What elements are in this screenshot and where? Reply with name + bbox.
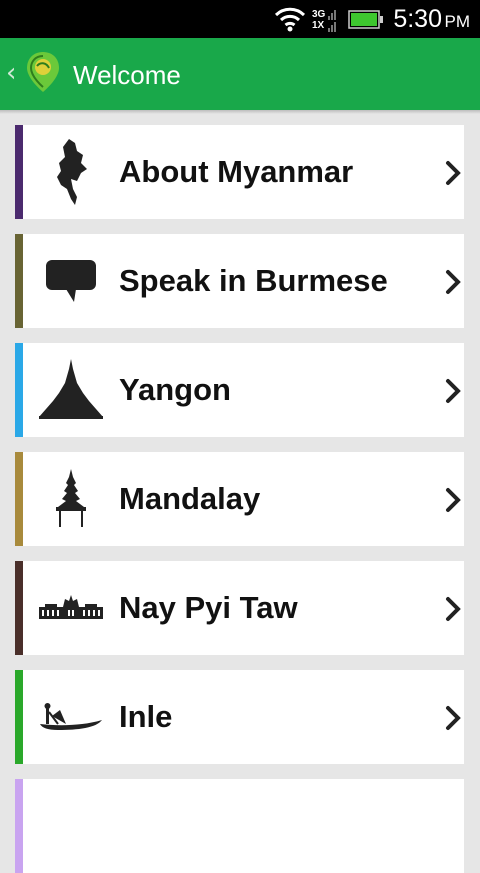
list-item-label: Mandalay bbox=[119, 481, 261, 516]
list-item-yangon[interactable]: Yangon bbox=[15, 343, 464, 437]
list-item-nay-pyi-taw[interactable]: Nay Pyi Taw bbox=[15, 561, 464, 655]
list-item-mandalay[interactable]: Mandalay bbox=[15, 452, 464, 546]
fisherman-boat-icon bbox=[37, 680, 105, 754]
accent-bar bbox=[15, 234, 23, 328]
palace-spire-icon bbox=[37, 462, 105, 536]
accent-bar bbox=[15, 779, 23, 873]
accent-bar bbox=[15, 670, 23, 764]
battery-icon bbox=[348, 10, 383, 29]
back-chevron-icon[interactable]: ‹ bbox=[6, 58, 16, 88]
clock-time: 5:30 bbox=[393, 5, 442, 33]
accent-bar bbox=[15, 452, 23, 546]
accent-bar bbox=[15, 561, 23, 655]
list-item-label: About Myanmar bbox=[119, 154, 354, 189]
chevron-right-icon bbox=[446, 379, 461, 403]
list-item-label: Yangon bbox=[119, 372, 231, 407]
network-indicator: 3G 1X bbox=[312, 9, 325, 31]
chevron-right-icon bbox=[446, 270, 461, 294]
list-item-partial[interactable] bbox=[15, 779, 464, 873]
parliament-building-icon bbox=[37, 571, 105, 645]
myanmar-map-icon bbox=[37, 135, 105, 209]
chevron-right-icon bbox=[446, 597, 461, 621]
list-item-label: Nay Pyi Taw bbox=[119, 590, 298, 625]
wifi-icon bbox=[274, 7, 306, 32]
chevron-right-icon bbox=[446, 161, 461, 185]
signal-icon bbox=[328, 10, 336, 32]
pagoda-icon bbox=[37, 353, 105, 427]
page-title: Welcome bbox=[73, 60, 181, 90]
status-bar: 3G 1X 5:30 PM bbox=[0, 0, 480, 38]
network-bottom-label: 1X bbox=[312, 20, 325, 31]
list-item-label: Inle bbox=[119, 699, 173, 734]
chevron-right-icon bbox=[446, 706, 461, 730]
network-top-label: 3G bbox=[312, 9, 326, 20]
accent-bar bbox=[15, 125, 23, 219]
accent-bar bbox=[15, 343, 23, 437]
action-bar: ‹ Welcome bbox=[0, 38, 480, 114]
header-shadow bbox=[0, 110, 480, 114]
speech-bubble-icon bbox=[37, 244, 105, 318]
app-logo-icon[interactable] bbox=[24, 50, 62, 94]
chevron-right-icon bbox=[446, 488, 461, 512]
clock-ampm: PM bbox=[444, 12, 471, 31]
list-item-speak-in-burmese[interactable]: Speak in Burmese bbox=[15, 234, 464, 328]
list-item-label: Speak in Burmese bbox=[119, 263, 388, 298]
list-item-about-myanmar[interactable]: About Myanmar bbox=[15, 125, 464, 219]
list-item-inle[interactable]: Inle bbox=[15, 670, 464, 764]
